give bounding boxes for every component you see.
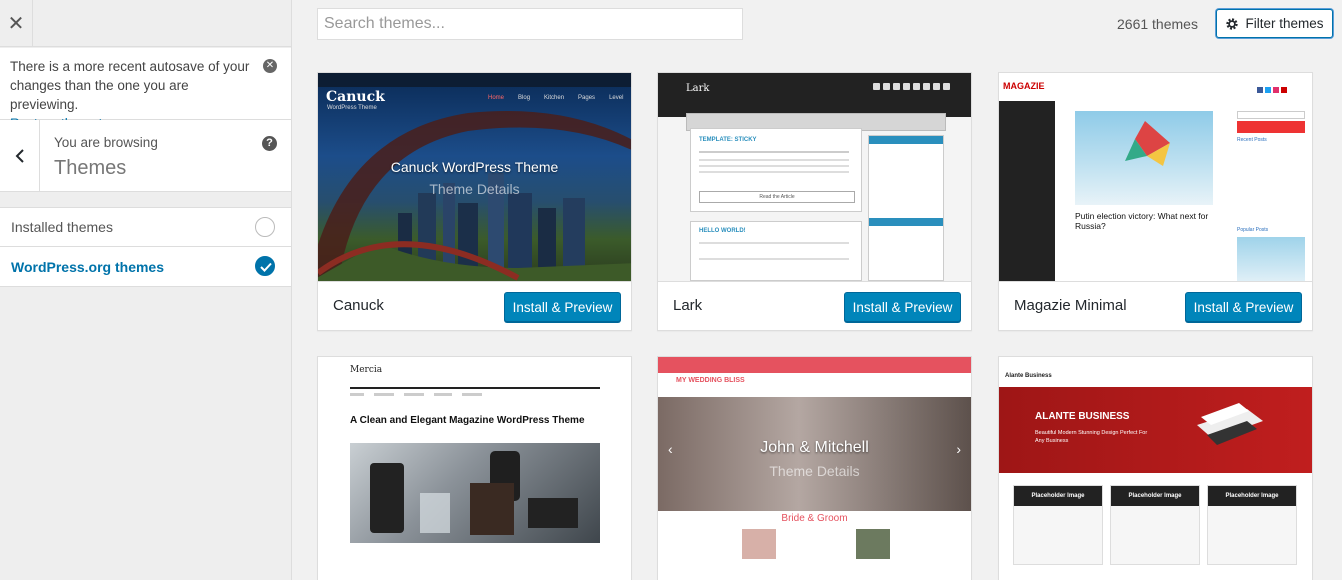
back-button[interactable] [0, 120, 40, 191]
browsing-title: Themes [54, 157, 127, 179]
theme-screenshot: MY WEDDING BLISS ‹ › John & Mitchell The… [658, 357, 971, 565]
wedding-caption: Bride & Groom [781, 513, 848, 524]
gear-icon [1226, 17, 1239, 30]
browsing-panel: You are browsing Themes ? [0, 120, 291, 192]
theme-sources: Installed themes WordPress.org themes [0, 207, 291, 287]
mercia-headline: A Clean and Elegant Magazine WordPress T… [350, 415, 585, 426]
themes-browser: 2661 themes Filter themes HomeBlogKitche… [293, 0, 1342, 580]
alante-logo: Alante Business [1005, 373, 1052, 379]
placeholder-image-1: Placeholder Image [1014, 486, 1102, 506]
theme-screenshot: MAGAZIE Putin election victory: What nex… [999, 73, 1312, 281]
theme-details-link[interactable]: Theme Details [658, 463, 971, 479]
theme-details-link[interactable]: Theme Details [318, 181, 631, 197]
theme-card-footer: Magazie Minimal Install & Preview [999, 281, 1312, 330]
theme-overlay-name: John & Mitchell [760, 439, 869, 456]
theme-screenshot: Lark TEMPLATE: STICKY Read the Article H… [658, 73, 971, 281]
theme-overlay-name: Canuck WordPress Theme [390, 159, 559, 175]
theme-card-footer: Lark Install & Preview [658, 281, 971, 330]
placeholder-image-2: Placeholder Image [1111, 486, 1199, 506]
sidebar-header: ✕ [0, 0, 291, 47]
install-preview-button[interactable]: Install & Preview [844, 292, 961, 322]
magazie-headline: Putin election victory: What next for Ru… [1075, 211, 1209, 231]
filter-themes-label: Filter themes [1245, 16, 1324, 31]
theme-card-footer: Canuck Install & Preview [318, 281, 631, 330]
help-icon[interactable]: ? [262, 136, 277, 151]
magazie-recent-posts: Recent Posts [1237, 137, 1267, 143]
theme-card-my-wedding-bliss[interactable]: MY WEDDING BLISS ‹ › John & Mitchell The… [657, 356, 972, 580]
alante-hero-sub: Beautiful Modern Stunning Design Perfect… [1035, 430, 1148, 444]
theme-screenshot: Alante Business ALANTE BUSINESS Beautifu… [999, 357, 1312, 565]
radio-unchecked-icon[interactable] [255, 217, 275, 237]
close-customizer-button[interactable]: ✕ [0, 0, 33, 47]
themes-toolbar: 2661 themes Filter themes [293, 0, 1342, 50]
wedding-logo: MY WEDDING BLISS [676, 377, 745, 384]
alante-hero: ALANTE BUSINESS [1035, 411, 1130, 422]
install-preview-button[interactable]: Install & Preview [1185, 292, 1302, 322]
theme-screenshot: Home Blog Kitchen Pages Level Canuck WordPre… [318, 73, 631, 281]
source-label: Installed themes [11, 219, 113, 235]
groom-photo [856, 529, 890, 559]
theme-card-alante-business[interactable]: Alante Business ALANTE BUSINESS Beautifu… [998, 356, 1313, 580]
autosave-notice-text: There is a more recent autosave of your … [10, 59, 250, 112]
theme-screenshot: Mercia A Clean and Elegant Magazine Word… [318, 357, 631, 565]
theme-name: Magazie Minimal [1014, 297, 1127, 314]
theme-name: Lark [673, 297, 703, 314]
lark-logo: Lark [686, 83, 710, 94]
lark-post-title: TEMPLATE: STICKY [699, 137, 757, 143]
checkmark-icon[interactable] [255, 256, 275, 276]
close-icon: ✕ [7, 13, 25, 35]
magazie-popular-posts: Popular Posts [1237, 227, 1269, 233]
install-preview-button[interactable]: Install & Preview [504, 292, 621, 322]
source-label: WordPress.org themes [11, 258, 165, 275]
magazie-logo: MAGAZIE [1003, 81, 1045, 91]
source-installed-themes[interactable]: Installed themes [0, 207, 291, 247]
browsing-label: You are browsing [54, 135, 158, 150]
lark-read-more: Read the Article [699, 191, 855, 203]
source-wordpress-org-themes[interactable]: WordPress.org themes [0, 247, 291, 287]
bride-photo [742, 529, 776, 559]
mercia-logo: Mercia [350, 365, 383, 375]
customizer-sidebar: ✕ There is a more recent autosave of you… [0, 0, 292, 580]
lark-post-title-2: HELLO WORLD! [699, 228, 746, 234]
theme-card-magazie-minimal[interactable]: MAGAZIE Putin election victory: What nex… [998, 72, 1313, 331]
search-themes-input[interactable] [317, 8, 743, 40]
devices-illustration [1197, 403, 1263, 445]
chevron-left-icon [15, 148, 24, 163]
filter-themes-button[interactable]: Filter themes [1216, 9, 1333, 38]
dismiss-notice-icon[interactable]: ✕ [263, 59, 277, 73]
theme-count: 2661 themes [1117, 16, 1198, 32]
theme-card-lark[interactable]: Lark TEMPLATE: STICKY Read the Article H… [657, 72, 972, 331]
theme-card-mercia[interactable]: Mercia A Clean and Elegant Magazine Word… [317, 356, 632, 580]
theme-card-canuck[interactable]: Home Blog Kitchen Pages Level Canuck WordPre… [317, 72, 632, 331]
theme-name: Canuck [333, 297, 384, 314]
autosave-notice: There is a more recent autosave of your … [0, 48, 291, 131]
placeholder-image-3: Placeholder Image [1208, 486, 1296, 506]
